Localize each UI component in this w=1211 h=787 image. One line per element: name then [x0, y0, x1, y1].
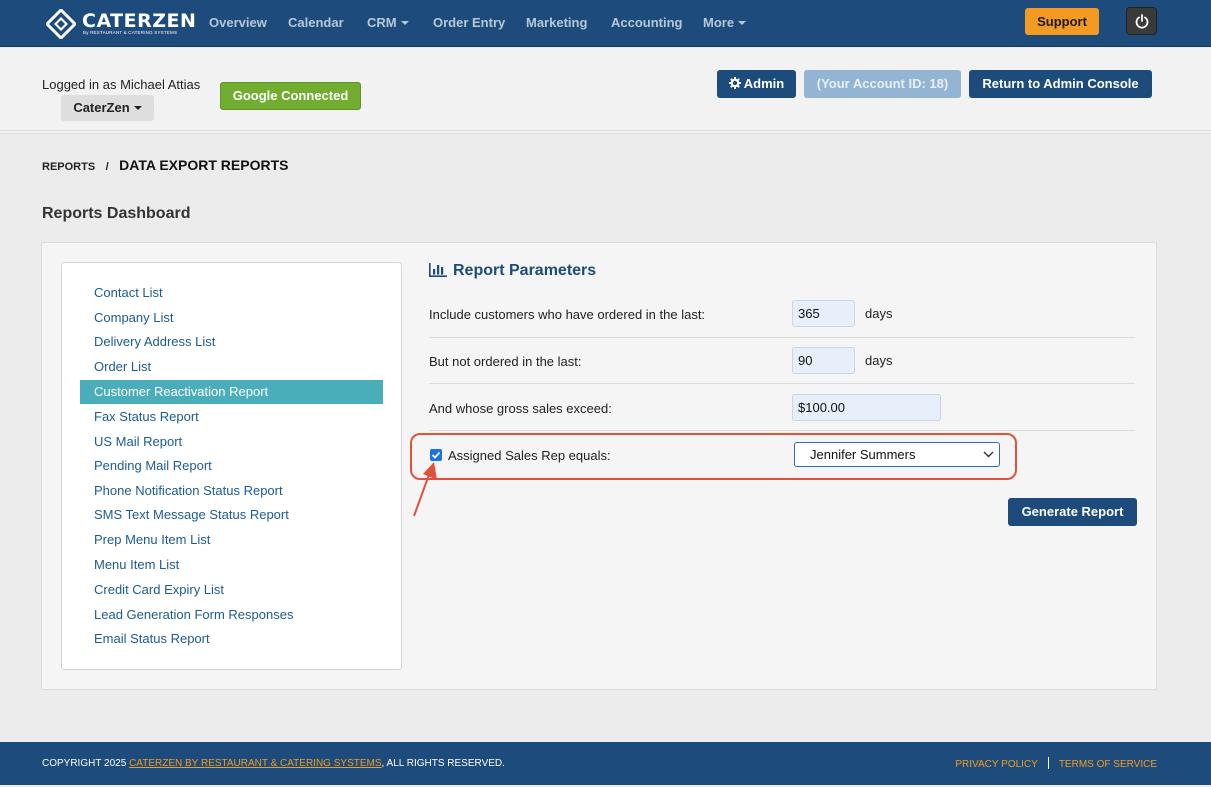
chevron-down-icon	[400, 21, 409, 25]
sidebar-item-delivery-address-list[interactable]: Delivery Address List	[80, 330, 383, 354]
footer-links: PRIVACY POLICY TERMS OF SERVICE	[955, 757, 1157, 770]
logged-in-text: Logged in as Michael Attias	[42, 77, 201, 92]
days-unit-label: days	[865, 306, 893, 321]
bar-chart-icon	[429, 263, 447, 277]
sidebar-item-lead-generation-form-responses[interactable]: Lead Generation Form Responses	[80, 603, 383, 627]
gear-icon	[728, 77, 741, 89]
support-button[interactable]: Support	[1025, 8, 1099, 35]
breadcrumb-separator: /	[105, 161, 109, 173]
nav-marketing[interactable]: Marketing	[526, 15, 587, 30]
ordered-last-days-input[interactable]: 365	[792, 300, 855, 327]
page-title: Reports Dashboard	[42, 205, 191, 222]
sidebar-item-sms-text-message-status-report[interactable]: SMS Text Message Status Report	[80, 503, 383, 527]
logout-button[interactable]	[1126, 7, 1157, 35]
sidebar-item-menu-item-list[interactable]: Menu Item List	[80, 553, 383, 577]
chevron-down-icon	[983, 451, 994, 458]
terms-of-service-link[interactable]: TERMS OF SERVICE	[1059, 759, 1157, 770]
admin-label: Admin	[743, 76, 785, 91]
caterzen-logo[interactable]: CATERZEN By RESTAURANT & CATERING SYSTEM…	[46, 8, 197, 39]
chevron-down-icon	[133, 106, 142, 110]
row-divider	[429, 383, 1135, 384]
nav-label: Order Entry	[433, 15, 506, 30]
sales-rep-selected-value: Jennifer Summers	[810, 447, 916, 462]
logo-diamond-icon	[46, 9, 76, 39]
copyright-prefix: COPYRIGHT 2025	[42, 758, 127, 769]
company-dropdown-label: CaterZen	[73, 100, 130, 115]
generate-report-button[interactable]: Generate Report	[1008, 498, 1137, 526]
nav-more[interactable]: More	[703, 15, 747, 30]
sidebar-item-order-list[interactable]: Order List	[80, 355, 383, 379]
nav-label: Calendar	[288, 15, 344, 30]
logo-subtext: By RESTAURANT & CATERING SYSTEMS	[83, 30, 178, 35]
footer-copyright: COPYRIGHT 2025 CATERZEN BY RESTAURANT & …	[42, 758, 505, 769]
nav-order-entry[interactable]: Order Entry	[433, 15, 505, 30]
logo-text: CATERZEN	[82, 10, 197, 32]
privacy-policy-link[interactable]: PRIVACY POLICY	[955, 759, 1037, 770]
google-connected-button[interactable]: Google Connected	[220, 82, 361, 110]
copyright-suffix: , ALL RIGHTS RESERVED.	[381, 758, 505, 769]
footer-company-link[interactable]: CATERZEN BY RESTAURANT & CATERING SYSTEM…	[129, 758, 381, 769]
nav-label: Overview	[209, 15, 267, 30]
nav-calendar[interactable]: Calendar	[288, 15, 344, 30]
breadcrumb: REPORTS / DATA EXPORT REPORTS	[42, 157, 288, 175]
sidebar-item-pending-mail-report[interactable]: Pending Mail Report	[80, 454, 383, 478]
power-icon	[1135, 14, 1149, 29]
sidebar-item-customer-reactivation-report[interactable]: Customer Reactivation Report	[80, 380, 383, 404]
account-band: Logged in as Michael Attias CaterZen Goo…	[0, 48, 1211, 134]
sidebar-item-fax-status-report[interactable]: Fax Status Report	[80, 405, 383, 429]
nav-label: CRM	[367, 15, 397, 30]
sidebar-item-us-mail-report[interactable]: US Mail Report	[80, 430, 383, 454]
row-divider	[429, 337, 1135, 338]
annotation-arrow-icon	[413, 462, 437, 517]
top-navbar: CATERZEN By RESTAURANT & CATERING SYSTEM…	[0, 0, 1211, 47]
nav-overview[interactable]: Overview	[209, 15, 267, 30]
not-ordered-days-input[interactable]: 90	[792, 347, 855, 374]
report-parameters-title: Report Parameters	[453, 262, 597, 279]
footer: COPYRIGHT 2025 CATERZEN BY RESTAURANT & …	[0, 742, 1211, 785]
not-ordered-label: But not ordered in the last:	[429, 354, 582, 369]
footer-divider	[1047, 757, 1049, 769]
gross-sales-input[interactable]: $100.00	[792, 394, 941, 421]
sidebar-item-company-list[interactable]: Company List	[80, 306, 383, 330]
sidebar-item-credit-card-expiry-list[interactable]: Credit Card Expiry List	[80, 578, 383, 602]
sidebar-item-email-status-report[interactable]: Email Status Report	[80, 627, 383, 651]
company-dropdown[interactable]: CaterZen	[61, 95, 154, 121]
breadcrumb-reports[interactable]: REPORTS	[42, 161, 95, 173]
chevron-down-icon	[738, 21, 747, 25]
nav-label: More	[703, 15, 735, 30]
nav-label: Marketing	[526, 15, 588, 30]
sidebar-item-contact-list[interactable]: Contact List	[80, 281, 383, 305]
row-divider	[429, 430, 1135, 431]
days-unit-label: days	[865, 353, 893, 368]
nav-crm[interactable]: CRM	[367, 15, 409, 30]
gross-sales-label: And whose gross sales exceed:	[429, 401, 612, 416]
sidebar-item-prep-menu-item-list[interactable]: Prep Menu Item List	[80, 528, 383, 552]
sales-rep-label: Assigned Sales Rep equals:	[448, 448, 611, 463]
checkmark-icon	[431, 451, 441, 459]
breadcrumb-current: DATA EXPORT REPORTS	[119, 157, 289, 173]
sales-rep-select[interactable]: Jennifer Summers	[794, 442, 1000, 467]
nav-label: Accounting	[611, 15, 683, 30]
nav-accounting[interactable]: Accounting	[611, 15, 683, 30]
report-parameters-heading: Report Parameters	[429, 262, 596, 280]
ordered-last-label: Include customers who have ordered in th…	[429, 307, 706, 322]
return-admin-console-button[interactable]: Return to Admin Console	[969, 70, 1152, 98]
sidebar-item-phone-notification-status-report[interactable]: Phone Notification Status Report	[80, 479, 383, 503]
account-id-button[interactable]: (Your Account ID: 18)	[804, 70, 961, 98]
admin-button[interactable]: Admin	[717, 70, 796, 98]
